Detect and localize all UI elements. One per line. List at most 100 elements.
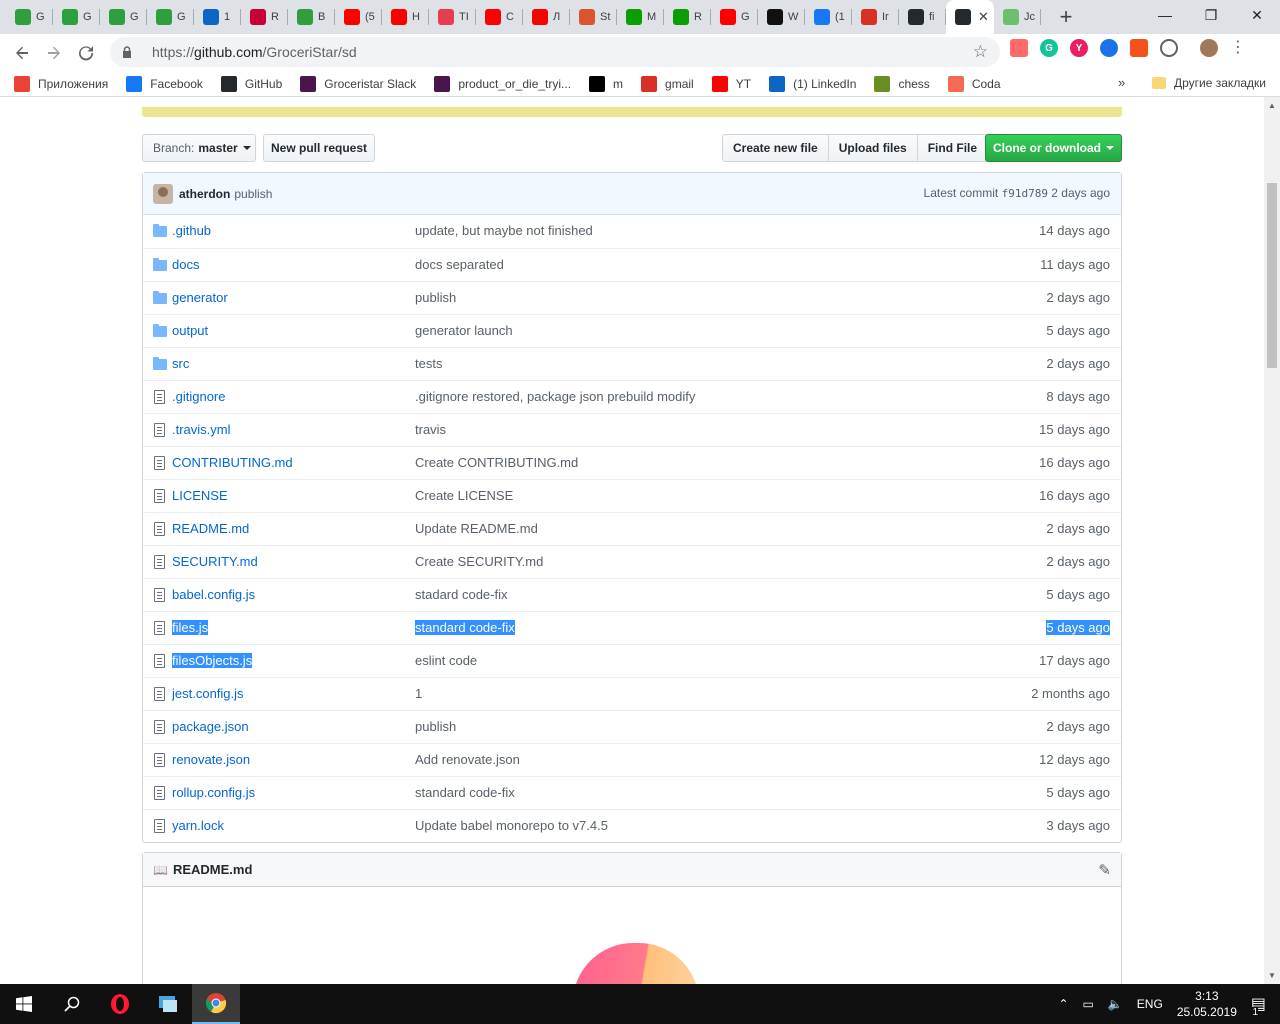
file-name-link[interactable]: filesObjects.js xyxy=(172,653,253,668)
commit-message-link[interactable]: Create SECURITY.md xyxy=(415,554,543,569)
other-bookmarks[interactable]: Другие закладки xyxy=(1152,76,1266,90)
file-name-link[interactable]: docs xyxy=(172,257,199,272)
find-file-button[interactable]: Find File xyxy=(916,134,989,162)
chevron-up-icon[interactable]: ⌃ xyxy=(1058,997,1068,1011)
language-indicator[interactable]: ENG xyxy=(1137,997,1163,1011)
clone-or-download-button[interactable]: Clone or download xyxy=(985,134,1122,162)
browser-tab[interactable]: Л xyxy=(523,0,570,34)
commit-message-link[interactable]: publish xyxy=(415,719,456,734)
bookmark-item[interactable]: chess xyxy=(874,75,930,92)
scroll-down-icon[interactable]: ▼ xyxy=(1268,971,1276,980)
forward-button[interactable] xyxy=(38,37,70,69)
file-name-link[interactable]: output xyxy=(172,323,208,338)
file-name-link[interactable]: package.json xyxy=(172,719,249,734)
browser-tab[interactable]: G xyxy=(53,0,100,34)
browser-tab[interactable]: G xyxy=(100,0,147,34)
bookmark-item[interactable]: Groceristar Slack xyxy=(300,75,416,92)
browser-tab[interactable]: G xyxy=(6,0,53,34)
create-new-file-button[interactable]: Create new file xyxy=(722,134,829,162)
commit-message-link[interactable]: standard code-fix xyxy=(415,620,515,635)
new-pull-request-button[interactable]: New pull request xyxy=(263,134,375,162)
bookmark-item[interactable]: Приложения xyxy=(14,75,108,92)
commit-message-link[interactable]: publish xyxy=(415,290,456,305)
close-tab-icon[interactable]: ✕ xyxy=(978,9,989,25)
commit-message-link[interactable]: Create LICENSE xyxy=(415,488,513,503)
browser-tab[interactable]: G xyxy=(147,0,194,34)
scrollbar-thumb[interactable] xyxy=(1267,183,1277,368)
start-button[interactable] xyxy=(0,984,48,1024)
commit-message[interactable]: publish xyxy=(234,187,272,201)
file-name-link[interactable]: generator xyxy=(172,290,228,305)
file-name-link[interactable]: src xyxy=(172,356,189,371)
browser-tab[interactable]: Jc xyxy=(994,0,1041,34)
bookmark-item[interactable]: GitHub xyxy=(220,75,282,92)
browser-tab[interactable]: (5 xyxy=(335,0,382,34)
commit-message-link[interactable]: .gitignore restored, package json prebui… xyxy=(415,389,695,404)
bookmark-item[interactable]: gmail xyxy=(641,75,694,92)
file-name-link[interactable]: rollup.config.js xyxy=(172,785,255,800)
new-tab-button[interactable]: + xyxy=(1051,0,1081,34)
file-name-link[interactable]: jest.config.js xyxy=(172,686,244,701)
address-bar[interactable]: https://github.com/GroceriStar/sd ☆ xyxy=(110,37,1000,67)
commit-message-link[interactable]: standard code-fix xyxy=(415,785,515,800)
file-name-link[interactable]: .github xyxy=(172,223,211,238)
commit-message-link[interactable]: Add renovate.json xyxy=(415,752,520,767)
commit-author[interactable]: atherdon xyxy=(179,187,230,201)
page-scrollbar[interactable]: ▲ ▼ xyxy=(1264,97,1280,984)
grammarly-icon[interactable]: G xyxy=(1040,39,1058,57)
commit-message-link[interactable]: stadard code-fix xyxy=(415,587,508,602)
file-name-link[interactable]: .gitignore xyxy=(172,389,225,404)
bookmark-item[interactable]: Coda xyxy=(947,75,1001,92)
browser-tab[interactable]: C xyxy=(476,0,523,34)
bookmark-item[interactable]: product_or_die_tryi... xyxy=(434,75,571,92)
commit-message-link[interactable]: update, but maybe not finished xyxy=(415,223,593,238)
file-name-link[interactable]: .travis.yml xyxy=(172,422,231,437)
upload-files-button[interactable]: Upload files xyxy=(827,134,918,162)
commit-message-link[interactable]: 1 xyxy=(415,686,422,701)
browser-tab[interactable]: TI xyxy=(429,0,476,34)
opera-taskbar-button[interactable] xyxy=(96,984,144,1024)
browser-tab[interactable]: B xyxy=(288,0,335,34)
bookmarks-overflow-button[interactable]: » xyxy=(1118,75,1125,90)
commit-message-link[interactable]: eslint code xyxy=(415,653,477,668)
browser-tab[interactable]: fi xyxy=(899,0,946,34)
browser-tab[interactable]: Ir xyxy=(852,0,899,34)
commit-message-link[interactable]: Update babel monorepo to v7.4.5 xyxy=(415,818,608,833)
network-icon[interactable]: ▭ xyxy=(1083,997,1094,1011)
scroll-up-icon[interactable]: ▲ xyxy=(1268,101,1276,110)
browser-tab[interactable]: R xyxy=(664,0,711,34)
chrome-taskbar-button[interactable] xyxy=(192,984,240,1024)
file-name-link[interactable]: renovate.json xyxy=(172,752,250,767)
browser-tab[interactable]: W xyxy=(758,0,805,34)
file-name-link[interactable]: SECURITY.md xyxy=(172,554,258,569)
menu-kebab-icon[interactable]: ⋮ xyxy=(1230,39,1246,57)
extension-icon[interactable] xyxy=(1160,39,1178,57)
browser-tab[interactable]: (1 xyxy=(805,0,852,34)
file-name-link[interactable]: files.js xyxy=(172,620,209,635)
bookmark-star-icon[interactable]: ☆ xyxy=(973,42,988,62)
app-taskbar-button[interactable] xyxy=(144,984,192,1024)
reload-button[interactable] xyxy=(70,37,102,69)
close-window-button[interactable]: ✕ xyxy=(1234,0,1280,30)
commit-sha[interactable]: f91d789 xyxy=(1002,187,1048,200)
clock[interactable]: 3:13 25.05.2019 xyxy=(1177,988,1237,1020)
bookmark-item[interactable]: Facebook xyxy=(126,75,203,92)
browser-tab[interactable]: ✕ xyxy=(946,0,994,34)
file-name-link[interactable]: babel.config.js xyxy=(172,587,255,602)
extension-icon[interactable] xyxy=(1130,39,1148,57)
bookmark-item[interactable]: YT xyxy=(711,75,751,92)
extension-icon[interactable] xyxy=(1010,39,1028,57)
profile-avatar[interactable] xyxy=(1200,39,1218,57)
file-name-link[interactable]: yarn.lock xyxy=(172,818,224,833)
browser-tab[interactable]: R xyxy=(241,0,288,34)
restore-button[interactable]: ❐ xyxy=(1188,0,1234,30)
extension-icon[interactable] xyxy=(1100,39,1118,57)
commit-message-link[interactable]: docs separated xyxy=(415,257,504,272)
file-name-link[interactable]: README.md xyxy=(172,521,249,536)
browser-tab[interactable]: H xyxy=(382,0,429,34)
bookmark-item[interactable]: m xyxy=(589,75,623,92)
pencil-icon[interactable]: ✎ xyxy=(1098,861,1111,879)
extension-icon[interactable]: Y xyxy=(1070,39,1088,57)
browser-tab[interactable]: St xyxy=(570,0,617,34)
branch-select-button[interactable]: Branch: master xyxy=(142,134,256,162)
